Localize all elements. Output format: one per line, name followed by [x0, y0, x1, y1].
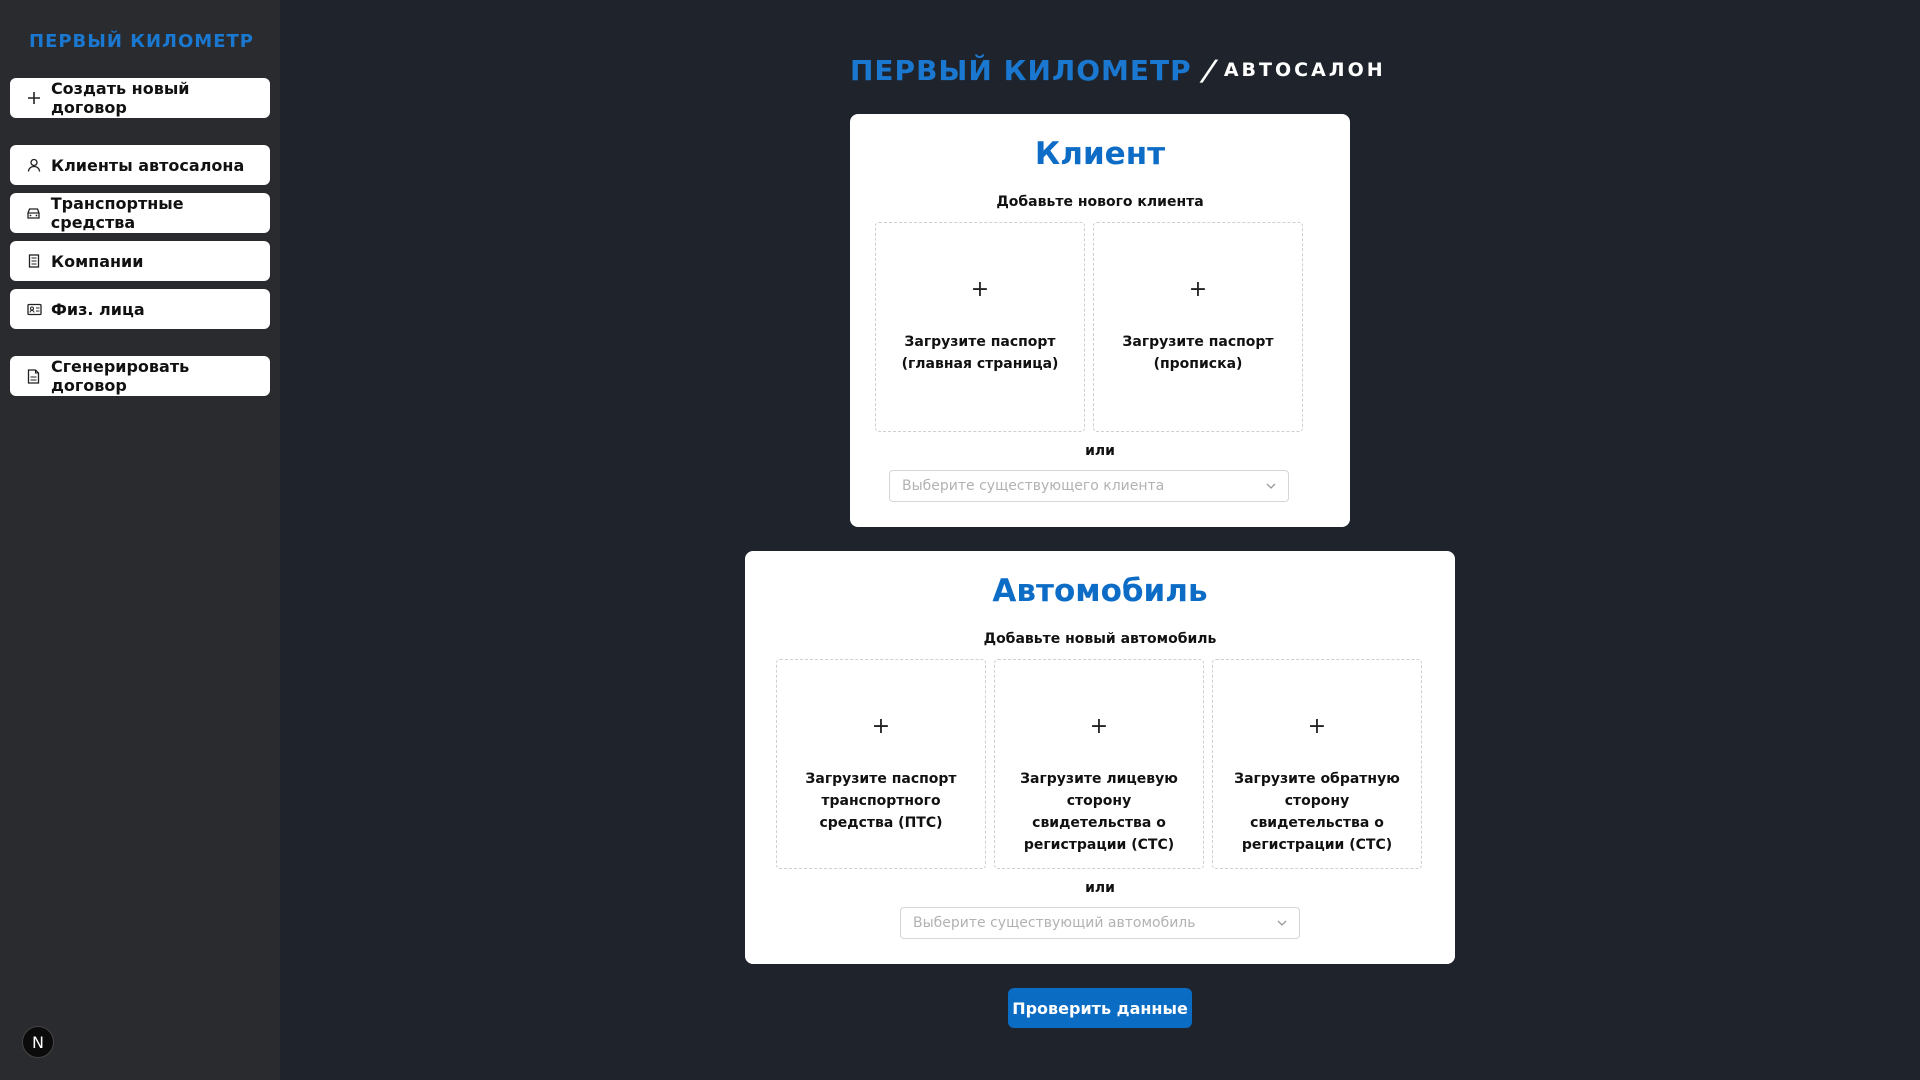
check-data-button[interactable]: Проверить данные [1008, 988, 1192, 1028]
document-icon [26, 368, 42, 384]
user-icon [26, 157, 42, 173]
upload-sts-back[interactable]: + Загрузите обратную сторону свидетельст… [1212, 659, 1422, 869]
plus-icon: + [1307, 714, 1327, 739]
client-select-placeholder: Выберите существующего клиента [902, 478, 1165, 494]
sidebar-item-individuals[interactable]: Физ. лица [10, 289, 270, 329]
plus-icon [26, 90, 42, 106]
plus-icon: + [1089, 714, 1109, 739]
id-card-icon [26, 301, 42, 317]
header-subtitle: АВТОСАЛОН [1223, 59, 1386, 81]
sidebar-item-clients[interactable]: Клиенты автосалона [10, 145, 270, 185]
upload-label: Загрузите паспорт транспортного средства… [805, 771, 957, 831]
car-card-subtitle: Добавьте новый автомобиль [983, 631, 1217, 647]
upload-pts[interactable]: + Загрузите паспорт транспортного средст… [776, 659, 986, 869]
upload-label: Загрузите паспорт (главная страница) [901, 334, 1059, 372]
upload-label: Загрузите лицевую сторону свидетельства … [1020, 771, 1178, 853]
building-icon [26, 253, 42, 269]
chevron-down-icon [1266, 483, 1276, 489]
upload-passport-registration[interactable]: + Загрузите паспорт (прописка) [1093, 222, 1303, 432]
plus-icon: + [871, 714, 891, 739]
sidebar-logo[interactable]: ПЕРВЫЙ КИЛОМЕТР [29, 31, 254, 52]
sidebar-item-label: Физ. лица [51, 299, 145, 319]
or-separator: или [1085, 880, 1115, 896]
car-icon [26, 205, 42, 221]
chevron-down-icon [1277, 920, 1287, 926]
sidebar-item-label: Клиенты автосалона [51, 155, 245, 175]
sidebar-item-label: Компании [51, 251, 144, 271]
client-select[interactable]: Выберите существующего клиента [889, 470, 1289, 502]
avatar[interactable]: N [22, 1026, 54, 1058]
client-card-title: Клиент [1034, 136, 1166, 172]
plus-icon: + [1188, 277, 1208, 302]
client-card: Клиент Добавьте нового клиента + Загрузи… [850, 114, 1350, 527]
sidebar-item-vehicles[interactable]: Транспортные средства [10, 193, 270, 233]
header-logo: ПЕРВЫЙ КИЛОМЕТР / АВТОСАЛОН [850, 50, 1386, 90]
header-brand: ПЕРВЫЙ КИЛОМЕТР [850, 53, 1192, 87]
upload-label: Загрузите паспорт (прописка) [1122, 334, 1274, 372]
generate-contract-button[interactable]: Сгенерировать договор [10, 356, 270, 396]
upload-label: Загрузите обратную сторону свидетельства… [1234, 771, 1400, 853]
client-card-subtitle: Добавьте нового клиента [996, 194, 1204, 210]
plus-icon: + [970, 277, 990, 302]
header-slash: / [1197, 53, 1220, 87]
car-select-placeholder: Выберите существующий автомобиль [913, 915, 1196, 931]
upload-passport-main[interactable]: + Загрузите паспорт (главная страница) [875, 222, 1085, 432]
car-select[interactable]: Выберите существующий автомобиль [900, 907, 1300, 939]
create-contract-label: Создать новый договор [50, 79, 190, 117]
car-card: Автомобиль Добавьте новый автомобиль + З… [745, 551, 1455, 964]
sidebar-item-companies[interactable]: Компании [10, 241, 270, 281]
upload-sts-front[interactable]: + Загрузите лицевую сторону свидетельств… [994, 659, 1204, 869]
sidebar-item-label: Транспортные средства [50, 194, 184, 232]
create-contract-button[interactable]: Создать новый договор [10, 78, 270, 118]
sidebar: ПЕРВЫЙ КИЛОМЕТР Создать новый договор Кл… [0, 0, 280, 1080]
car-card-title: Автомобиль [992, 573, 1208, 609]
generate-contract-label: Сгенерировать договор [50, 357, 190, 395]
or-separator: или [1085, 443, 1115, 459]
